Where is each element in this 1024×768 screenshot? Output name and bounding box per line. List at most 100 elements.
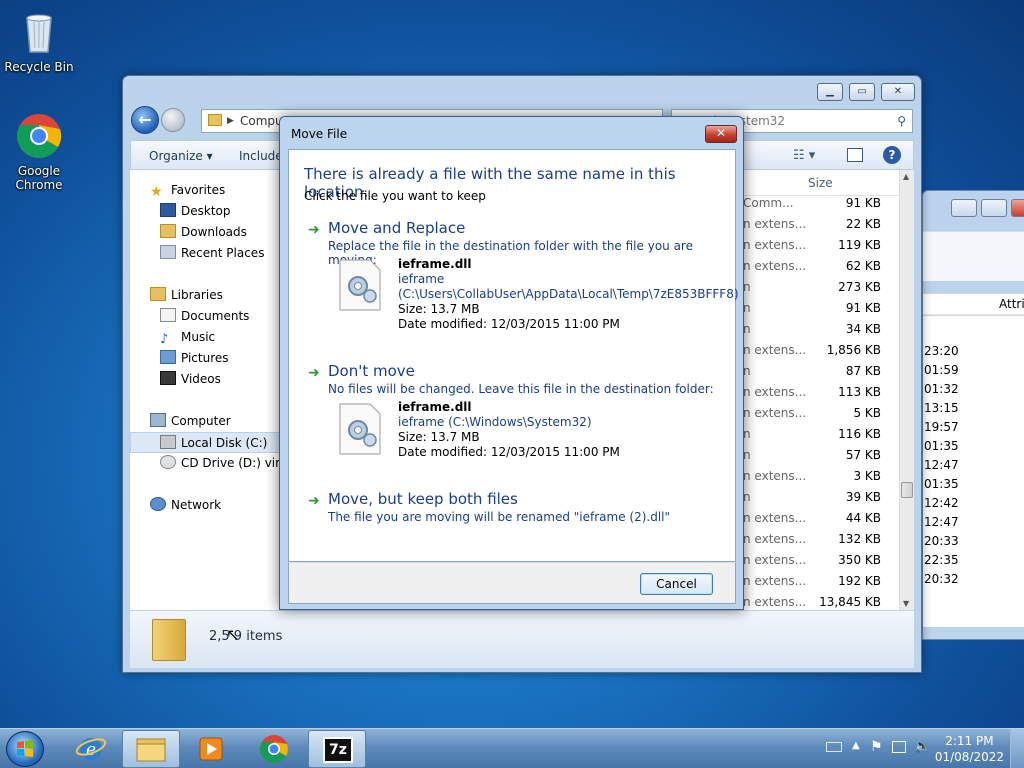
- taskbar-7zip[interactable]: 7z: [308, 730, 366, 768]
- dialog-close-button[interactable]: ✕: [705, 125, 737, 143]
- back-time: 01:32: [924, 382, 959, 396]
- back-maximize-button[interactable]: [981, 199, 1007, 217]
- search-icon[interactable]: ⚲: [897, 110, 906, 132]
- dont-move-file-modified: Date modified: 12/03/2015 11:00 PM: [398, 445, 620, 459]
- network-tray-icon[interactable]: [892, 741, 906, 753]
- back-window-times: 23:20 01:59 01:32 13:15 19:57 01:35 12:4…: [924, 342, 1024, 589]
- videos-icon: [160, 371, 176, 385]
- taskbar-windows-explorer[interactable]: [122, 730, 180, 768]
- replace-file-path: (C:\Users\CollabUser\AppData\Local\Temp\…: [398, 287, 739, 301]
- dont-move-title[interactable]: Don't move: [328, 362, 415, 380]
- network-icon: [150, 497, 166, 511]
- move-and-replace-title[interactable]: Move and Replace: [328, 219, 465, 237]
- include-in-library-button[interactable]: Include: [239, 149, 283, 163]
- google-chrome-desktop-icon[interactable]: Google Chrome: [1, 112, 77, 192]
- organize-button[interactable]: Organize ▾: [149, 149, 213, 163]
- computer-icon: [150, 413, 166, 427]
- help-icon[interactable]: ?: [883, 146, 901, 164]
- taskbar-internet-explorer[interactable]: e: [62, 730, 120, 768]
- back-time: 20:32: [924, 572, 959, 586]
- folder-large-icon: [152, 619, 186, 661]
- keyboard-icon[interactable]: [826, 742, 842, 752]
- dont-move-file-path: ieframe (C:\Windows\System32): [398, 415, 592, 429]
- maximize-button[interactable]: ▭: [849, 83, 875, 101]
- dialog-subheading: Click the file you want to keep: [304, 189, 486, 203]
- back-time: 12:42: [924, 496, 959, 510]
- back-toolbar: [923, 231, 1024, 281]
- chrome-taskbar-icon: [260, 735, 288, 763]
- replace-file-info: ieframe.dll ieframe (C:\Users\CollabUser…: [398, 257, 739, 332]
- vertical-scrollbar[interactable]: ▲ ▼: [899, 170, 914, 610]
- close-button[interactable]: ✕: [881, 83, 915, 101]
- back-time: 01:35: [924, 439, 959, 453]
- start-button[interactable]: [6, 731, 44, 767]
- dialog-title: Move File: [291, 127, 348, 141]
- folder-icon: [208, 114, 222, 126]
- replace-file-size: Size: 13.7 MB: [398, 302, 480, 316]
- chrome-icon: [15, 112, 63, 160]
- minimize-button[interactable]: ▁: [817, 83, 843, 101]
- tray-expand-icon[interactable]: ▲: [852, 740, 860, 751]
- keep-both-title[interactable]: Move, but keep both files: [328, 490, 518, 508]
- dll-file-icon: [339, 403, 381, 455]
- dont-move-file-info: ieframe.dll ieframe (C:\Windows\System32…: [398, 400, 620, 460]
- 7zip-icon: 7z: [323, 737, 353, 763]
- preview-pane-icon[interactable]: [847, 148, 863, 162]
- recycle-bin-desktop-icon[interactable]: Recycle Bin: [1, 8, 77, 74]
- mouse-cursor-icon: ↖: [226, 625, 240, 644]
- back-arrow-icon[interactable]: ←: [131, 106, 159, 134]
- dll-file-icon: [339, 259, 381, 311]
- back-time: 01:59: [924, 363, 959, 377]
- back-column-header: Attril: [923, 293, 1024, 315]
- keep-both-desc: The file you are moving will be renamed …: [328, 510, 671, 524]
- recycle-bin-label: Recycle Bin: [4, 60, 74, 74]
- action-center-flag-icon[interactable]: ⚑: [870, 739, 883, 755]
- navigation-pane: ★ Favorites Desktop Downloads Recent Plac…: [130, 170, 295, 610]
- explorer-folder-icon: [136, 738, 166, 762]
- forward-arrow-icon[interactable]: [161, 108, 185, 132]
- back-column-attributes[interactable]: Attril: [999, 297, 1024, 311]
- green-arrow-icon: ➜: [308, 222, 320, 238]
- dialog-body: There is already a file with the same na…: [288, 149, 739, 562]
- clock-date: 01/08/2022: [934, 750, 1004, 764]
- show-desktop-button[interactable]: [1010, 729, 1024, 768]
- nav-local-disk[interactable]: Local Disk (C:): [130, 432, 282, 453]
- clock[interactable]: 2:11 PM 01/08/2022: [935, 733, 1004, 765]
- taskbar-media-player[interactable]: [182, 730, 240, 768]
- taskbar-google-chrome[interactable]: [245, 730, 303, 768]
- recycle-bin-icon: [15, 8, 63, 56]
- music-icon: ♪: [160, 332, 169, 347]
- taskbar: e 7z ▲ ⚑ 🔈 2:11 PM 01/08/2022: [0, 728, 1024, 768]
- cd-drive-icon: [160, 455, 176, 469]
- move-file-dialog[interactable]: Move File ✕ There is already a file with…: [279, 116, 744, 610]
- volume-muted-icon[interactable]: 🔈: [914, 739, 930, 754]
- view-options-icon[interactable]: ☷ ▾: [793, 148, 815, 163]
- back-time: 23:20: [924, 344, 959, 358]
- drive-icon: [160, 435, 176, 449]
- pictures-icon: [160, 350, 176, 364]
- scroll-down-icon[interactable]: ▼: [903, 599, 909, 608]
- back-time: 19:57: [924, 420, 959, 434]
- cancel-button[interactable]: Cancel: [640, 573, 713, 595]
- desktop-icon: [160, 203, 176, 217]
- google-chrome-label: Google Chrome: [15, 164, 63, 192]
- back-time: 22:35: [924, 553, 959, 567]
- back-time: 12:47: [924, 515, 959, 529]
- star-icon: ★: [150, 184, 163, 200]
- media-player-icon: [199, 737, 223, 761]
- back-close-button[interactable]: [1011, 199, 1024, 217]
- back-minimize-button[interactable]: [951, 199, 977, 217]
- column-size[interactable]: Size: [808, 176, 833, 190]
- back-time: 12:47: [924, 458, 959, 472]
- scroll-up-icon[interactable]: ▲: [903, 172, 909, 181]
- clock-time: 2:11 PM: [945, 734, 994, 748]
- recent-places-icon: [160, 245, 176, 259]
- replace-file-desc: ieframe: [398, 272, 445, 286]
- downloads-folder-icon: [160, 224, 176, 238]
- replace-file-name: ieframe.dll: [398, 257, 472, 271]
- internet-explorer-icon: e: [75, 738, 107, 760]
- back-time: 20:33: [924, 534, 959, 548]
- dialog-footer: Cancel: [288, 562, 736, 604]
- replace-file-modified: Date modified: 12/03/2015 11:00 PM: [398, 317, 620, 331]
- scrollbar-thumb[interactable]: [901, 482, 913, 498]
